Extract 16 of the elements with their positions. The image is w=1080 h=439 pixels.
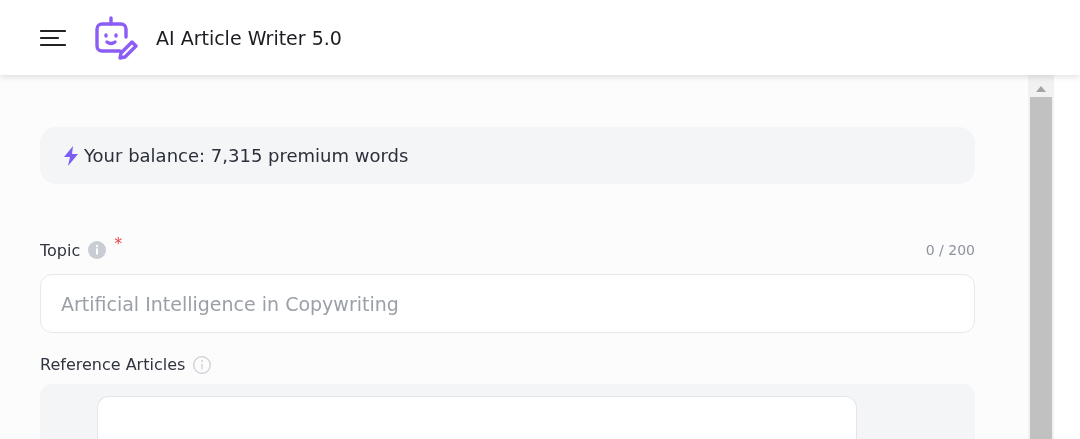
scroll-up-icon[interactable] (1035, 85, 1047, 93)
scrollbar[interactable] (1028, 75, 1054, 439)
lightning-icon (64, 145, 78, 166)
balance-text: Your balance: 7,315 premium words (84, 145, 409, 167)
character-counter: 0 / 200 (925, 242, 975, 259)
app-title: AI Article Writer 5.0 (156, 26, 342, 49)
info-icon (88, 241, 107, 260)
topic-input[interactable]: Artificial Intelligence in Copywriting (40, 273, 975, 334)
robot-pencil-icon (94, 14, 138, 61)
url-field[interactable] (97, 396, 857, 439)
field-label: Topic (40, 240, 81, 260)
info-icon (193, 355, 212, 374)
required-mark: * (114, 234, 123, 254)
scroll-thumb[interactable] (1030, 97, 1052, 439)
field-label: Reference Articles (40, 355, 186, 375)
menu-icon[interactable] (40, 28, 66, 47)
